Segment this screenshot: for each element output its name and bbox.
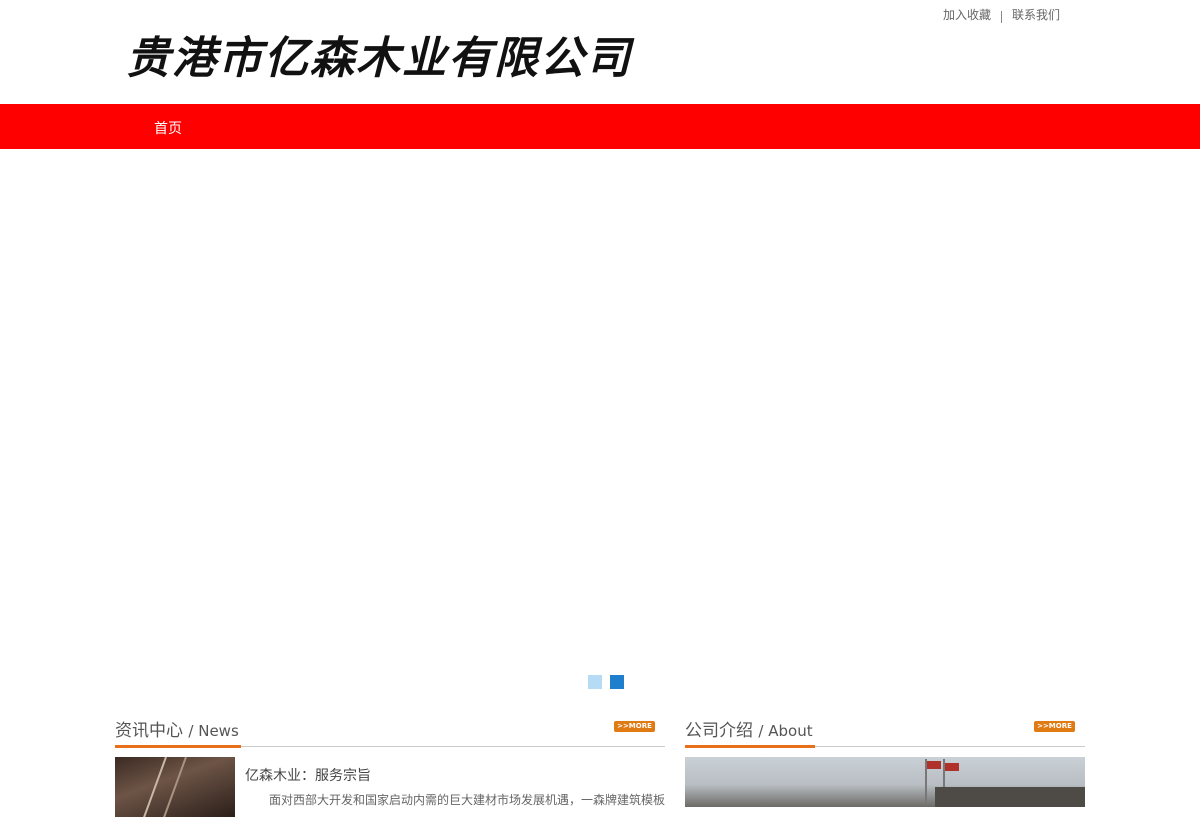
about-section-title: 公司介绍 / About — [685, 716, 815, 748]
top-links: 加入收藏 联系我们 — [943, 5, 1060, 23]
news-section-title: 资讯中心 / News — [115, 716, 241, 748]
add-favorite-link[interactable]: 加入收藏 — [943, 6, 991, 23]
site-header: 贵港市亿森木业有限公司 加入收藏 联系我们 — [0, 0, 1200, 104]
about-title-en: / About — [758, 722, 813, 740]
main-nav: 首页 — [0, 104, 1200, 149]
slider-dot-1[interactable] — [588, 675, 602, 689]
building — [935, 787, 1085, 807]
top-links-divider — [1000, 11, 1002, 23]
about-title-cn: 公司介绍 — [685, 721, 753, 741]
news-more-button[interactable]: >>MORE — [614, 721, 655, 732]
about-section: 公司介绍 / About >>MORE — [685, 714, 1085, 807]
about-section-header: 公司介绍 / About >>MORE — [685, 714, 1085, 748]
slider-dot-2-active[interactable] — [610, 675, 624, 689]
news-section-header: 资讯中心 / News >>MORE — [115, 714, 665, 748]
news-title-en: / News — [188, 722, 239, 740]
slider-dots — [588, 675, 624, 689]
about-more-button[interactable]: >>MORE — [1034, 721, 1075, 732]
news-title-cn: 资讯中心 — [115, 721, 183, 741]
flag — [945, 763, 959, 771]
banner-slider — [0, 149, 1200, 699]
nav-item-home[interactable]: 首页 — [154, 118, 182, 138]
site-logo[interactable]: 贵港市亿森木业有限公司 — [126, 24, 656, 84]
flag — [927, 761, 941, 769]
list-item: 亿森木业：服务宗旨 面对西部大开发和国家启动内需的巨大建材市场发展机遇，一森牌建… — [115, 757, 665, 817]
news-section: 资讯中心 / News >>MORE 亿森木业：服务宗旨 面对西部大开发和国家启… — [115, 714, 665, 817]
news-item-title[interactable]: 亿森木业：服务宗旨 — [245, 765, 371, 785]
news-thumbnail[interactable] — [115, 757, 235, 817]
contact-us-link[interactable]: 联系我们 — [1012, 6, 1060, 23]
